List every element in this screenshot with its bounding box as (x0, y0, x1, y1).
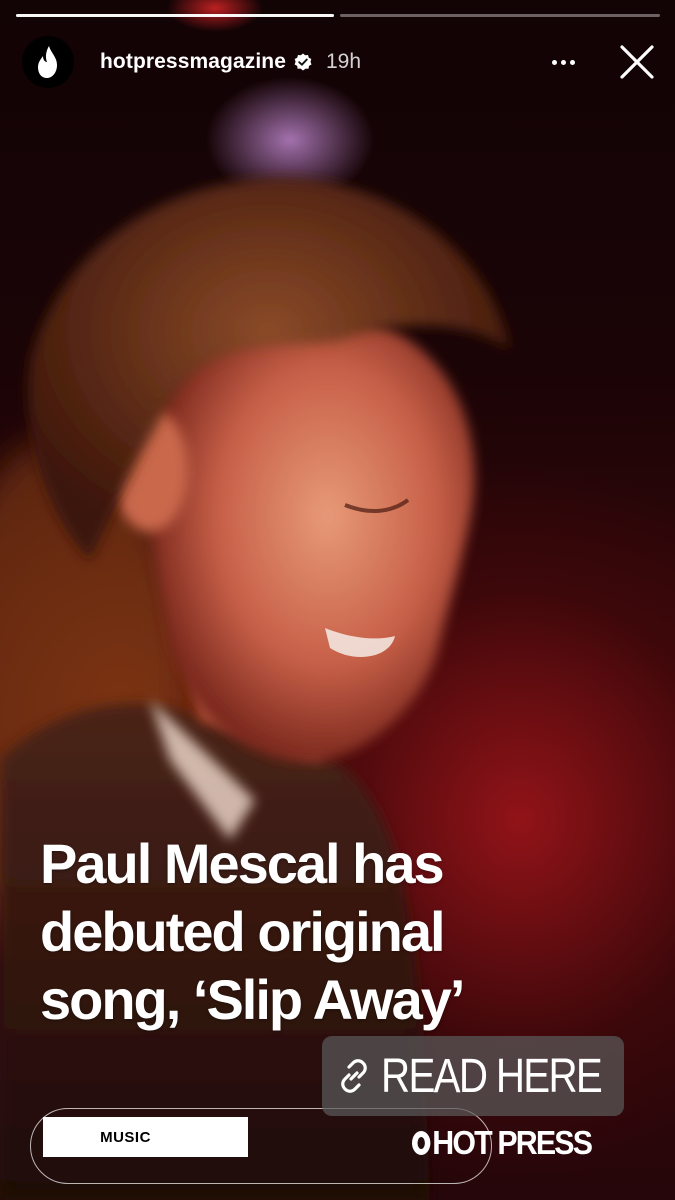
music-sticker[interactable]: MUSIC (43, 1117, 248, 1157)
headline-line: debuted original (40, 900, 446, 963)
more-dots-icon (552, 59, 557, 65)
brand-text: HOT PRESS (432, 1124, 593, 1161)
story-view[interactable]: hotpressmagazine 19h Paul Mescal has deb… (0, 0, 675, 1200)
story-progress-1-fill (16, 14, 334, 17)
story-progress-1 (16, 14, 334, 17)
read-here-link-sticker[interactable]: READ HERE (322, 1036, 624, 1116)
more-dots-icon (570, 59, 575, 65)
link-icon (341, 1059, 367, 1093)
verified-badge-icon (294, 53, 312, 71)
music-sticker-glyph: e (236, 1128, 248, 1150)
hot-press-logo: HOT PRESS (412, 1118, 593, 1168)
link-sticker-label: READ HERE (380, 1049, 603, 1103)
headline-line: Paul Mescal has (40, 832, 445, 895)
close-button[interactable] (617, 42, 657, 82)
profile-avatar[interactable] (22, 36, 74, 88)
flame-logo-icon (38, 46, 57, 78)
story-progress-2 (340, 14, 660, 17)
account-username[interactable]: hotpressmagazine (100, 50, 286, 74)
post-time: 19h (326, 50, 362, 73)
story-header: hotpressmagazine 19h (22, 36, 657, 88)
story-headline: Paul Mescal has debuted original song, ‘… (40, 830, 640, 1034)
music-sticker-label: MUSIC (100, 1128, 151, 1146)
more-dots-icon (561, 59, 566, 65)
brand-o-mark (412, 1131, 431, 1155)
headline-line: song, ‘Slip Away’ (40, 968, 465, 1031)
close-icon (620, 45, 654, 79)
more-options-button[interactable] (550, 54, 577, 71)
